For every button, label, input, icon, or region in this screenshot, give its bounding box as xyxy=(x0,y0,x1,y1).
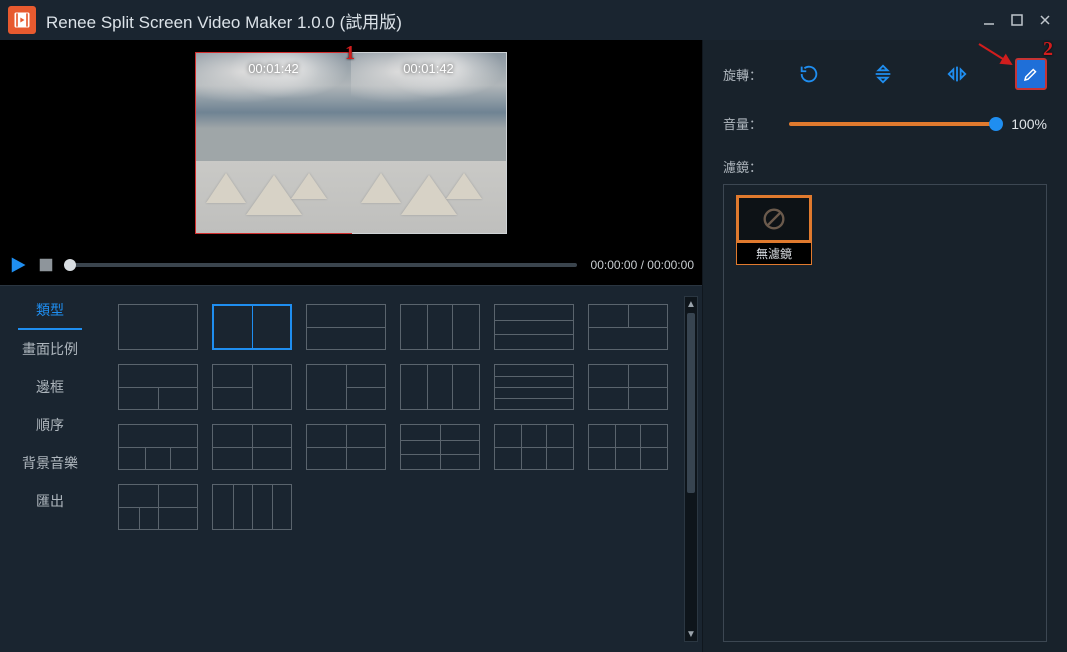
no-filter-icon xyxy=(736,195,812,243)
time-readout: 00:00:00 / 00:00:00 xyxy=(591,258,694,272)
app-logo xyxy=(8,6,36,34)
app-title: Renee Split Screen Video Maker 1.0.0 (試用… xyxy=(46,8,975,33)
stop-button[interactable] xyxy=(36,255,56,275)
template-2x1[interactable] xyxy=(306,304,386,350)
preview-area: 00:01:42 00:01:42 1 xyxy=(0,40,702,245)
clip-time: 00:01:42 xyxy=(196,61,351,76)
edit-button[interactable] xyxy=(1015,58,1047,90)
filter-list: 無濾鏡 xyxy=(723,184,1047,642)
template-4row[interactable] xyxy=(494,364,574,410)
template-area: ▲ ▼ xyxy=(100,286,702,652)
maximize-button[interactable] xyxy=(1003,6,1031,34)
template-l-bottom[interactable] xyxy=(118,364,198,410)
title-bar: Renee Split Screen Video Maker 1.0.0 (試用… xyxy=(0,0,1067,40)
tab-bgm[interactable]: 背景音樂 xyxy=(0,444,100,482)
filter-none[interactable]: 無濾鏡 xyxy=(734,195,814,265)
seek-thumb[interactable] xyxy=(64,259,76,271)
rotate-cw-button[interactable] xyxy=(793,58,825,90)
scroll-up-icon[interactable]: ▲ xyxy=(685,297,697,311)
rotate-row: 旋轉： 2 xyxy=(723,58,1047,90)
filter-name: 無濾鏡 xyxy=(736,243,812,265)
seek-track[interactable] xyxy=(70,263,577,267)
tab-export[interactable]: 匯出 xyxy=(0,482,100,520)
side-tabs: 類型 畫面比例 邊框 順序 背景音樂 匯出 xyxy=(0,286,100,652)
template-mix1[interactable] xyxy=(118,424,198,470)
template-1x2[interactable] xyxy=(212,304,292,350)
template-1x3[interactable] xyxy=(400,304,480,350)
volume-value: 100% xyxy=(1011,116,1047,132)
template-3x1[interactable] xyxy=(494,304,574,350)
volume-slider[interactable] xyxy=(789,122,997,126)
template-more-4[interactable] xyxy=(118,484,198,530)
template-more-5[interactable] xyxy=(212,484,292,530)
clip-time: 00:01:42 xyxy=(351,61,506,76)
tab-type[interactable]: 類型 xyxy=(18,292,82,330)
tab-border[interactable]: 邊框 xyxy=(0,368,100,406)
preview-clip-2[interactable]: 00:01:42 xyxy=(351,53,506,233)
tab-aspect[interactable]: 畫面比例 xyxy=(0,330,100,368)
minimize-button[interactable] xyxy=(975,6,1003,34)
annotation-arrow xyxy=(977,40,1017,75)
tab-order[interactable]: 順序 xyxy=(0,406,100,444)
template-mix3[interactable] xyxy=(306,424,386,470)
template-l-left[interactable] xyxy=(306,364,386,410)
template-scrollbar[interactable]: ▲ ▼ xyxy=(684,296,698,642)
annotation-2: 2 xyxy=(1043,38,1053,61)
template-more-3[interactable] xyxy=(588,424,668,470)
flip-vertical-button[interactable] xyxy=(867,58,899,90)
template-more-1[interactable] xyxy=(400,424,480,470)
scroll-down-icon[interactable]: ▼ xyxy=(685,627,697,641)
rotate-label: 旋轉： xyxy=(723,65,783,84)
flip-horizontal-button[interactable] xyxy=(941,58,973,90)
template-3col[interactable] xyxy=(400,364,480,410)
volume-row: 音量： 100% xyxy=(723,114,1047,133)
filter-label: 濾鏡： xyxy=(723,157,783,176)
template-2x2[interactable] xyxy=(588,364,668,410)
play-button[interactable] xyxy=(8,255,28,275)
template-mix2[interactable] xyxy=(212,424,292,470)
template-l-top[interactable] xyxy=(588,304,668,350)
template-more-2[interactable] xyxy=(494,424,574,470)
close-button[interactable] xyxy=(1031,6,1059,34)
scroll-thumb[interactable] xyxy=(687,313,695,493)
template-l-right[interactable] xyxy=(212,364,292,410)
playback-bar: 00:00:00 / 00:00:00 xyxy=(0,245,702,285)
template-1x1[interactable] xyxy=(118,304,198,350)
annotation-1: 1 xyxy=(345,42,355,65)
volume-thumb[interactable] xyxy=(989,117,1003,131)
volume-label: 音量： xyxy=(723,114,783,133)
preview-clip-1[interactable]: 00:01:42 xyxy=(196,53,351,233)
